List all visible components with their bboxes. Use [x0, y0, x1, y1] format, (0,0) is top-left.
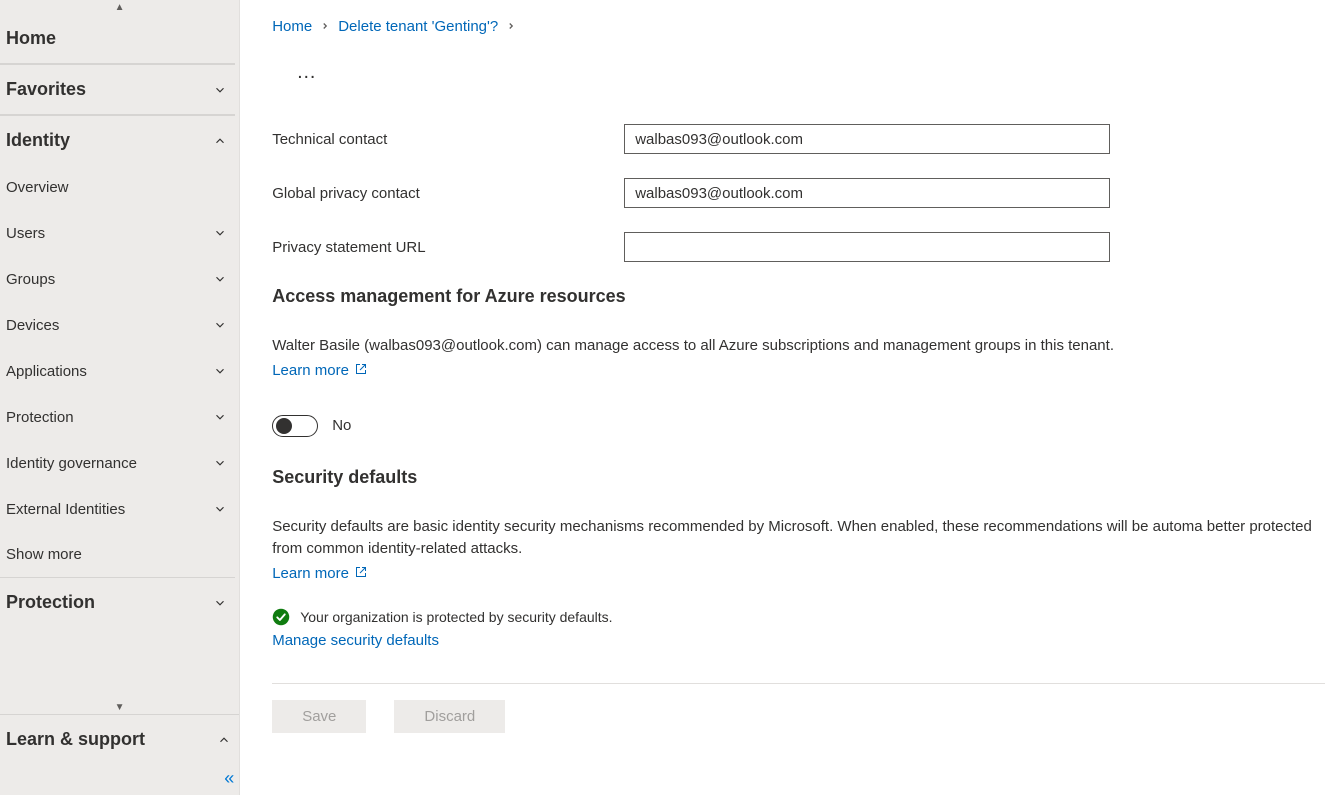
access-management-toggle[interactable] — [272, 415, 318, 437]
privacy-url-label: Privacy statement URL — [272, 239, 624, 256]
global-privacy-input[interactable] — [624, 178, 1110, 208]
scroll-down-arrow-icon[interactable]: ▼ — [0, 700, 239, 714]
chevron-up-icon — [211, 132, 229, 150]
sidebar-item-label: Groups — [6, 271, 55, 288]
sidebar: ▲ Home Favorites Identity Overview Users — [0, 0, 240, 795]
external-link-icon — [355, 362, 367, 379]
access-management-title: Access management for Azure resources — [272, 286, 1325, 307]
chevron-up-icon — [215, 731, 233, 749]
sidebar-item-users[interactable]: Users — [0, 210, 235, 256]
link-label: Manage security defaults — [272, 632, 439, 649]
access-toggle-state: No — [332, 417, 351, 434]
external-link-icon — [355, 565, 367, 582]
action-bar: Save Discard — [272, 684, 1325, 757]
sidebar-item-label: Protection — [6, 592, 95, 613]
chevron-right-icon — [320, 20, 330, 34]
chevron-down-icon — [211, 500, 229, 518]
privacy-url-row: Privacy statement URL — [272, 232, 1325, 262]
chevron-down-icon — [211, 454, 229, 472]
security-learn-more-link[interactable]: Learn more — [272, 565, 367, 582]
link-label: Learn more — [272, 565, 349, 582]
technical-contact-input[interactable] — [624, 124, 1110, 154]
privacy-url-input[interactable] — [624, 232, 1110, 262]
chevron-down-icon — [211, 81, 229, 99]
chevron-right-icon — [506, 20, 516, 34]
sidebar-item-label: Identity — [6, 130, 70, 151]
breadcrumb-home[interactable]: Home — [272, 18, 312, 35]
breadcrumb-delete-tenant[interactable]: Delete tenant 'Genting'? — [338, 18, 498, 35]
collapse-sidebar-icon[interactable]: « — [0, 764, 239, 795]
sidebar-scroll[interactable]: Home Favorites Identity Overview Users G… — [0, 14, 239, 700]
sidebar-item-label: Learn & support — [6, 729, 145, 750]
security-defaults-text: Security defaults are basic identity sec… — [272, 516, 1325, 561]
sidebar-item-favorites[interactable]: Favorites — [0, 64, 235, 115]
chevron-down-icon — [211, 594, 229, 612]
sidebar-item-label: Favorites — [6, 79, 86, 100]
scroll-up-arrow-icon[interactable]: ▲ — [0, 0, 239, 14]
sidebar-item-label: Identity governance — [6, 455, 137, 472]
access-learn-more-link[interactable]: Learn more — [272, 362, 367, 379]
chevron-down-icon — [211, 316, 229, 334]
security-status-text: Your organization is protected by securi… — [300, 609, 612, 625]
sidebar-item-devices[interactable]: Devices — [0, 302, 235, 348]
security-status-row: Your organization is protected by securi… — [272, 608, 1325, 626]
sidebar-item-protection-section[interactable]: Protection — [0, 577, 235, 627]
sidebar-item-label: External Identities — [6, 501, 125, 518]
technical-contact-row: Technical contact — [272, 124, 1325, 154]
link-label: Learn more — [272, 362, 349, 379]
sidebar-item-home[interactable]: Home — [0, 14, 235, 64]
success-check-icon — [272, 608, 290, 626]
sidebar-item-learn-support[interactable]: Learn & support — [0, 714, 239, 764]
sidebar-item-show-more[interactable]: Show more — [0, 532, 235, 577]
chevron-down-icon — [211, 224, 229, 242]
sidebar-item-overview[interactable]: Overview — [0, 165, 235, 210]
manage-security-defaults-link[interactable]: Manage security defaults — [272, 632, 439, 649]
access-toggle-row: No — [272, 415, 1325, 437]
chevron-down-icon — [211, 362, 229, 380]
sidebar-item-label: Show more — [6, 546, 82, 563]
sidebar-item-identity[interactable]: Identity — [0, 115, 235, 165]
more-actions-button[interactable]: … — [272, 57, 1325, 124]
sidebar-item-identity-governance[interactable]: Identity governance — [0, 440, 235, 486]
sidebar-item-label: Overview — [6, 179, 69, 196]
sidebar-item-label: Devices — [6, 317, 59, 334]
chevron-down-icon — [211, 408, 229, 426]
technical-contact-label: Technical contact — [272, 131, 624, 148]
sidebar-item-label: Users — [6, 225, 45, 242]
global-privacy-row: Global privacy contact — [272, 178, 1325, 208]
security-defaults-title: Security defaults — [272, 467, 1325, 488]
chevron-down-icon — [211, 270, 229, 288]
sidebar-item-groups[interactable]: Groups — [0, 256, 235, 302]
sidebar-item-label: Applications — [6, 363, 87, 380]
access-management-text: Walter Basile (walbas093@outlook.com) ca… — [272, 335, 1325, 358]
save-button[interactable]: Save — [272, 700, 366, 733]
discard-button[interactable]: Discard — [394, 700, 505, 733]
toggle-knob — [276, 418, 292, 434]
sidebar-item-applications[interactable]: Applications — [0, 348, 235, 394]
global-privacy-label: Global privacy contact — [272, 185, 624, 202]
main-content: Home Delete tenant 'Genting'? … Technica… — [240, 0, 1325, 795]
sidebar-item-label: Protection — [6, 409, 74, 426]
breadcrumb: Home Delete tenant 'Genting'? — [272, 18, 1325, 35]
sidebar-item-external-identities[interactable]: External Identities — [0, 486, 235, 532]
sidebar-item-label: Home — [6, 28, 56, 49]
sidebar-item-protection[interactable]: Protection — [0, 394, 235, 440]
